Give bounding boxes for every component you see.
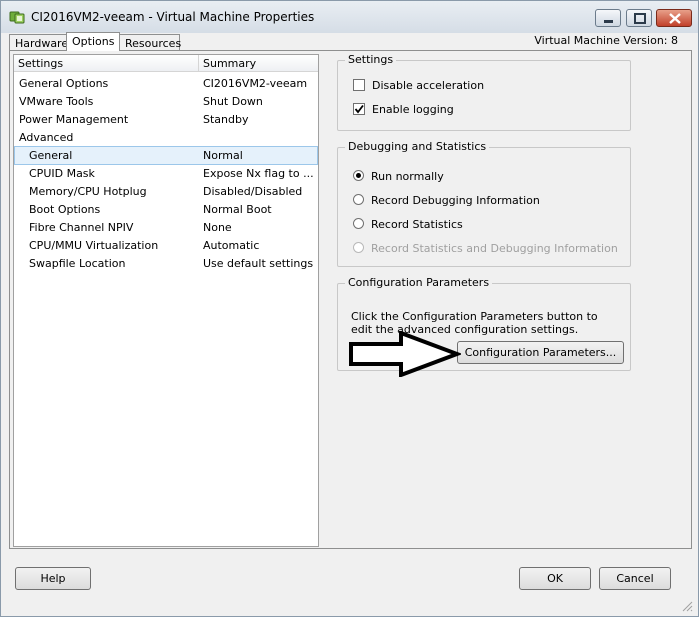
minimize-button[interactable] (595, 9, 621, 27)
debugging-statistics-group-title: Debugging and Statistics (345, 140, 490, 153)
settings-row-general[interactable]: General Normal (14, 146, 318, 165)
row-name: Fibre Channel NPIV (29, 221, 134, 234)
configuration-parameters-group-title: Configuration Parameters (345, 276, 493, 289)
row-summary: Standby (203, 113, 249, 126)
run-normally-label[interactable]: Run normally (371, 170, 444, 183)
row-summary: Automatic (203, 239, 260, 252)
row-name: Advanced (19, 131, 74, 144)
settings-row-power-management[interactable]: Power Management Standby (14, 110, 318, 128)
row-name: Power Management (19, 113, 129, 126)
configuration-parameters-button[interactable]: Configuration Parameters... (457, 341, 624, 364)
row-summary: Shut Down (203, 95, 263, 108)
ok-button[interactable]: OK (519, 567, 591, 590)
cancel-button[interactable]: Cancel (599, 567, 671, 590)
tab-resources[interactable]: Resources (119, 34, 182, 51)
row-name: Swapfile Location (29, 257, 126, 270)
settings-row-cpu-mmu-virtualization[interactable]: CPU/MMU Virtualization Automatic (14, 236, 318, 254)
row-summary: Disabled/Disabled (203, 185, 303, 198)
enable-logging-label[interactable]: Enable logging (372, 103, 454, 116)
row-summary: Use default settings (203, 257, 314, 270)
help-button[interactable]: Help (15, 567, 91, 590)
record-debugging-label[interactable]: Record Debugging Information (371, 194, 540, 207)
options-page: Settings Summary General Options CI2016V… (9, 50, 692, 549)
row-summary: None (203, 221, 232, 234)
close-icon (669, 13, 681, 24)
debugging-statistics-group: Debugging and Statistics Run normally Re… (337, 140, 631, 267)
row-name: General Options (19, 77, 109, 90)
disable-acceleration-label[interactable]: Disable acceleration (372, 79, 484, 92)
disable-acceleration-checkbox[interactable] (353, 79, 365, 91)
row-name: General (29, 149, 73, 162)
settings-row-advanced[interactable]: Advanced (14, 128, 318, 146)
tab-hardware[interactable]: Hardware (9, 34, 69, 51)
settings-group: Settings Disable acceleration Enable log… (337, 53, 631, 131)
record-statistics-label[interactable]: Record Statistics (371, 218, 463, 231)
settings-row-vmware-tools[interactable]: VMware Tools Shut Down (14, 92, 318, 110)
settings-row-cpuid-mask[interactable]: CPUID Mask Expose Nx flag to ... (14, 164, 318, 182)
arrow-right-icon (349, 331, 461, 377)
row-summary: Normal (203, 149, 243, 162)
maximize-icon (634, 13, 646, 24)
vm-properties-window: CI2016VM2-veeam - Virtual Machine Proper… (0, 0, 699, 617)
record-statistics-debugging-radio (353, 242, 364, 253)
resize-grip-icon[interactable] (681, 600, 693, 612)
window-title: CI2016VM2-veeam - Virtual Machine Proper… (31, 10, 315, 24)
run-normally-radio[interactable] (353, 170, 364, 181)
settings-row-general-options[interactable]: General Options CI2016VM2-veeam (14, 74, 318, 92)
settings-row-boot-options[interactable]: Boot Options Normal Boot (14, 200, 318, 218)
minimize-icon (604, 20, 613, 23)
tab-options[interactable]: Options (66, 32, 120, 51)
column-separator[interactable] (198, 55, 199, 71)
row-summary: CI2016VM2-veeam (203, 77, 308, 90)
row-summary: Expose Nx flag to ... (203, 167, 314, 180)
settings-group-title: Settings (345, 53, 397, 66)
row-name: CPUID Mask (29, 167, 95, 180)
settings-row-memory-cpu-hotplug[interactable]: Memory/CPU Hotplug Disabled/Disabled (14, 182, 318, 200)
record-statistics-radio[interactable] (353, 218, 364, 229)
row-name: Boot Options (29, 203, 101, 216)
record-debugging-radio[interactable] (353, 194, 364, 205)
enable-logging-checkbox[interactable] (353, 103, 365, 115)
maximize-button[interactable] (626, 9, 652, 27)
vm-version-label: Virtual Machine Version: 8 (534, 34, 678, 47)
tab-options-label: Options (72, 35, 115, 48)
column-header-summary[interactable]: Summary (203, 57, 256, 70)
row-name: Memory/CPU Hotplug (29, 185, 147, 198)
row-summary: Normal Boot (203, 203, 272, 216)
row-name: VMware Tools (19, 95, 94, 108)
close-button[interactable] (656, 9, 692, 27)
row-name: CPU/MMU Virtualization (29, 239, 159, 252)
title-bar[interactable]: CI2016VM2-veeam - Virtual Machine Proper… (1, 1, 698, 33)
settings-row-fibre-channel-npiv[interactable]: Fibre Channel NPIV None (14, 218, 318, 236)
settings-list-header: Settings Summary (14, 55, 318, 72)
tab-hardware-label: Hardware (15, 37, 69, 50)
checkmark-icon (354, 104, 364, 114)
vm-properties-icon (9, 11, 25, 24)
tab-resources-label: Resources (125, 37, 182, 50)
record-statistics-debugging-label: Record Statistics and Debugging Informat… (371, 242, 618, 255)
settings-row-swapfile-location[interactable]: Swapfile Location Use default settings (14, 254, 318, 272)
settings-list[interactable]: Settings Summary General Options CI2016V… (13, 54, 319, 547)
column-header-settings[interactable]: Settings (18, 57, 63, 70)
